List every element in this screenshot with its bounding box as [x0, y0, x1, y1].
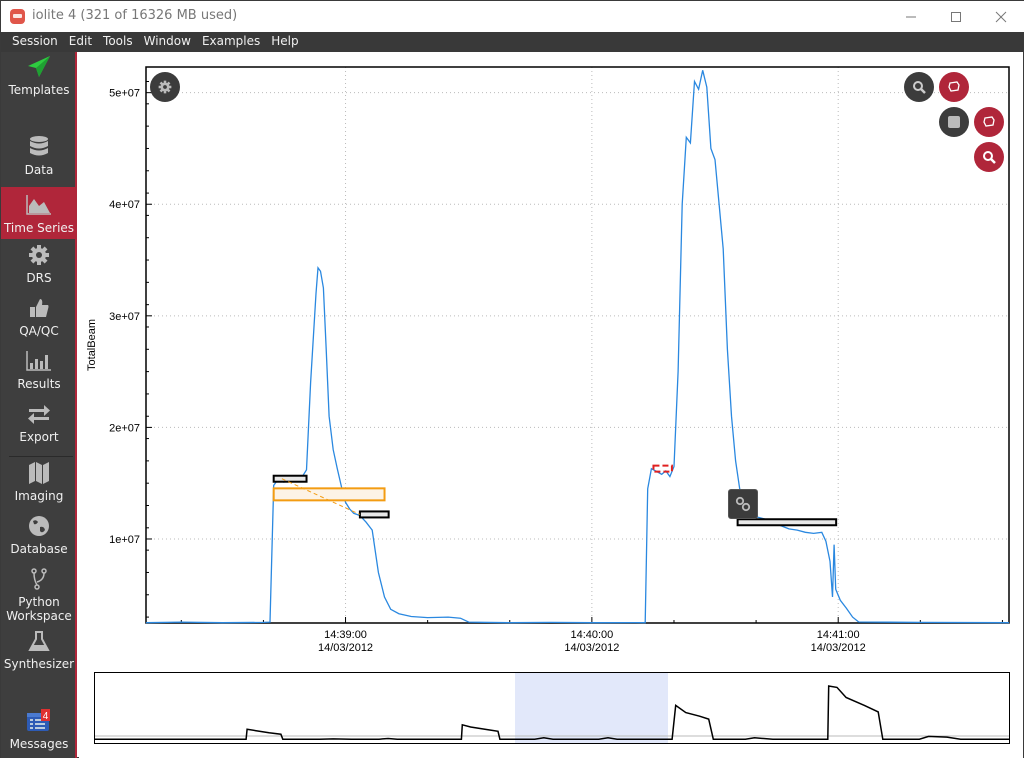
sidebar-item-export[interactable]: Export [1, 401, 77, 453]
y-tick-label: 4e+07 [109, 199, 140, 211]
messages-icon: 4 [27, 709, 50, 731]
sidebar-item-label: Python Workspace [6, 595, 72, 623]
gear-icon [158, 80, 172, 94]
maximize-button[interactable] [933, 1, 979, 32]
gear-icon [29, 245, 49, 265]
y-axis-label: TotalBeam [86, 319, 98, 371]
reference-selection-box [358, 510, 390, 519]
sidebar-item-data[interactable]: Data [1, 134, 77, 186]
menu-bar: Session Edit Tools Window Examples Help [1, 32, 1024, 52]
select-region-button-2[interactable] [974, 107, 1004, 137]
reference-selection-box [736, 518, 838, 527]
reference-selection-box [272, 474, 308, 483]
menu-edit[interactable]: Edit [69, 32, 92, 52]
x-tick-time-label: 14:41:00 [817, 629, 860, 641]
x-tick-date-label: 14/03/2012 [318, 642, 373, 654]
overview-chart [95, 685, 1009, 740]
menu-help[interactable]: Help [271, 32, 298, 52]
sidebar-item-time-series[interactable]: Time Series [1, 187, 77, 239]
sidebar-item-drs[interactable]: DRS [1, 242, 77, 294]
x-tick-date-label: 14/03/2012 [564, 642, 619, 654]
menu-window[interactable]: Window [144, 32, 191, 52]
sidebar-item-messages[interactable]: 4 Messages [1, 708, 77, 758]
y-tick-label: 2e+07 [109, 422, 140, 434]
close-button[interactable] [978, 1, 1024, 32]
sidebar-item-label: Templates [8, 83, 70, 97]
code-branch-icon [31, 568, 47, 590]
area-chart-icon [26, 195, 51, 215]
sidebar-item-label: Imaging [14, 489, 64, 503]
overview-series-line [95, 685, 1009, 740]
sidebar-item-label: Synthesizer [3, 657, 75, 671]
sidebar-item-label: Export [19, 430, 59, 444]
sidebar-item-synthesizer[interactable]: Synthesizer [1, 628, 77, 680]
map-icon [29, 462, 49, 484]
link-icon [735, 496, 751, 512]
x-tick-date-label: 14/03/2012 [811, 642, 866, 654]
y-tick-label: 1e+07 [109, 534, 140, 546]
lasso-icon [948, 81, 960, 92]
y-tick-label: 5e+07 [109, 88, 140, 100]
search-icon [913, 81, 926, 94]
sidebar-item-qaqc[interactable]: QA/QC [1, 295, 77, 347]
sidebar-item-templates[interactable]: Templates [1, 54, 77, 106]
series [145, 70, 1010, 624]
menu-tools[interactable]: Tools [103, 32, 133, 52]
sidebar-item-results[interactable]: Results [1, 348, 77, 400]
sidebar-item-label: DRS [26, 271, 52, 285]
sidebar-item-label: Results [17, 377, 61, 391]
series-line-totalbeam [145, 70, 1010, 624]
stop-button[interactable] [939, 107, 969, 137]
maximize-icon [951, 11, 961, 22]
overview-navigator[interactable] [94, 672, 1010, 744]
sidebar-item-label: Data [24, 163, 54, 177]
zoom-button[interactable] [904, 72, 934, 102]
sidebar-item-python-workspace[interactable]: Python Workspace [1, 566, 77, 626]
x-tick-time-label: 14:40:00 [570, 629, 613, 641]
time-series-chart[interactable]: 1e+072e+073e+074e+075e+07 14:39:0014/03/… [79, 52, 1023, 672]
stop-icon [948, 116, 960, 128]
sidebar-item-label: QA/QC [19, 324, 59, 338]
search-icon [983, 151, 996, 164]
select-region-button[interactable] [939, 72, 969, 102]
thumbs-up-icon [30, 299, 49, 317]
sidebar-item-label: Messages [9, 737, 69, 751]
plot-settings-button[interactable] [150, 72, 180, 102]
grid [146, 67, 1009, 623]
group-selection-box [272, 487, 386, 502]
globe-icon [29, 516, 49, 536]
lasso-icon [983, 116, 995, 127]
y-tick-label: 3e+07 [109, 311, 140, 323]
flask-icon [28, 631, 50, 651]
minimize-icon [906, 16, 916, 17]
zoom-button-2[interactable] [974, 142, 1004, 172]
unknown-selection-box [652, 464, 673, 473]
sidebar-item-label: Time Series [3, 221, 75, 235]
title-bar: iolite 4 (321 of 16326 MB used) [1, 1, 1024, 32]
database-icon [30, 136, 48, 156]
time-series-view: 1e+07 2e+07 3e+07 4e+07 5e+07 14:39:00 14/03/… [79, 52, 1023, 758]
plot-frame [145, 66, 1010, 624]
sidebar-item-imaging[interactable]: Imaging [1, 460, 77, 512]
minimize-button[interactable] [888, 1, 934, 32]
exchange-arrows-icon [28, 405, 50, 424]
messages-badge: 4 [43, 711, 49, 722]
menu-session[interactable]: Session [12, 32, 58, 52]
bar-chart-icon [26, 351, 51, 371]
paper-plane-icon [28, 56, 50, 77]
x-tick-time-label: 14:39:00 [324, 629, 367, 641]
window-title: iolite 4 (321 of 16326 MB used) [32, 8, 238, 23]
link-selection-button[interactable] [728, 489, 758, 519]
app-window: iolite 4 (321 of 16326 MB used) Session … [0, 0, 1024, 758]
sidebar: Templates Data Time Series DRS QA/QC Res… [1, 52, 77, 758]
close-icon [995, 11, 1007, 22]
iolite-logo-icon [10, 9, 25, 24]
sidebar-item-database[interactable]: Database [1, 513, 77, 565]
sidebar-item-label: Database [10, 542, 68, 556]
sidebar-separator [9, 456, 73, 457]
menu-examples[interactable]: Examples [202, 32, 260, 52]
